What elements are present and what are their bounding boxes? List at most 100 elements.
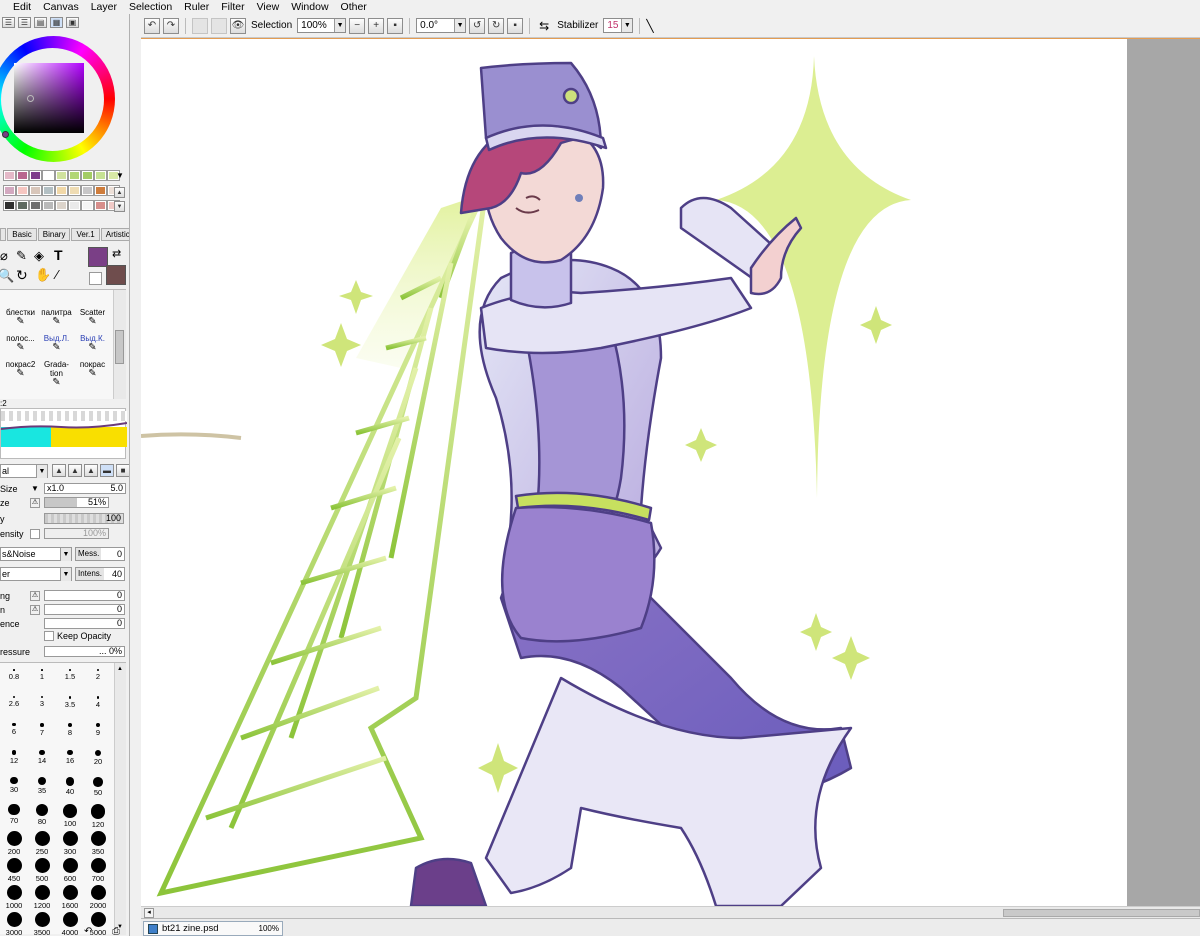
palette-swatch[interactable] <box>3 185 16 196</box>
swap-colors-icon[interactable]: ⇄ <box>112 247 121 260</box>
compact-view-icon[interactable]: ☰ <box>18 17 31 28</box>
size-table-scrollbar[interactable]: ▲ ▼ <box>114 663 126 935</box>
tab-binary[interactable]: Binary <box>37 228 71 241</box>
color-picker-cursor[interactable] <box>27 95 34 102</box>
text-tool-icon[interactable]: T <box>54 247 63 263</box>
brush-size-cell[interactable]: 80 <box>28 804 56 826</box>
brush-size-cell[interactable]: 4000 <box>56 912 84 936</box>
dilution-pressure-icon[interactable]: ⚠ <box>30 604 40 615</box>
zoom-reset-icon[interactable]: ▪ <box>387 17 404 34</box>
brush-size-cell[interactable]: 12 <box>0 750 28 765</box>
brush-size-cell[interactable]: 200 <box>0 831 28 856</box>
palette-swatch[interactable] <box>94 170 107 181</box>
brush-size-cell[interactable]: 1 <box>28 669 56 681</box>
transparent-color-icon[interactable] <box>89 272 102 285</box>
persistence-slider[interactable]: 0 <box>44 618 125 629</box>
menu-other[interactable]: Other <box>335 0 373 14</box>
brush-preset[interactable]: покрас2 ✎ <box>4 360 37 384</box>
size-dropdown-icon[interactable]: ▼ <box>31 484 39 493</box>
tab-artistic[interactable]: Artistic <box>100 228 129 241</box>
tab-ver1[interactable]: Ver.1 <box>71 228 100 241</box>
pressure-slider[interactable]: ... 0% <box>44 646 125 657</box>
shape-hard-icon[interactable]: ▲ <box>52 464 66 477</box>
eyedropper-icon[interactable]: ⁄ <box>56 267 58 282</box>
zoom-in-icon[interactable]: + <box>368 17 385 34</box>
rotate-right-icon[interactable]: ↻ <box>488 17 505 34</box>
brush-mode-select[interactable]: al ▼ <box>0 464 48 478</box>
shape-flat-icon[interactable]: ▬ <box>100 464 114 477</box>
brush-size-cell[interactable]: 350 <box>84 831 112 856</box>
menu-canvas[interactable]: Canvas <box>37 0 85 14</box>
magic-wand-icon[interactable]: ✎ <box>16 248 27 264</box>
palette-swatch[interactable] <box>81 200 94 211</box>
brush-size-cell[interactable]: 35 <box>28 777 56 795</box>
rotate-icon[interactable]: ↻ <box>16 267 28 284</box>
primary-color-swatch[interactable] <box>88 247 108 267</box>
brush-size-cell[interactable]: 8 <box>56 723 84 737</box>
brush-size-cell[interactable]: 40 <box>56 777 84 796</box>
brush-preset[interactable]: покрас ✎ <box>76 360 109 384</box>
paper-select[interactable]: er ▼ <box>0 567 72 581</box>
palette-swatch[interactable] <box>68 200 81 211</box>
brush-size-cell[interactable]: 3000 <box>0 912 28 936</box>
menu-layer[interactable]: Layer <box>85 0 123 14</box>
horizontal-scroll-thumb[interactable] <box>1003 909 1200 917</box>
brush-size-cell[interactable]: 3.5 <box>56 696 84 709</box>
paper-param-field[interactable]: Intens. 40 <box>75 567 125 581</box>
palette-swatch[interactable] <box>42 185 55 196</box>
palette-swatch[interactable] <box>29 170 42 181</box>
brush-preset[interactable]: Выд.Л. ✎ <box>40 334 73 358</box>
brush-size-cell[interactable]: 3500 <box>28 912 56 936</box>
brush-size-cell[interactable]: 100 <box>56 804 84 828</box>
hand-icon[interactable]: ✋ <box>35 267 51 283</box>
size-scroll-up-icon[interactable]: ▲ <box>116 665 124 673</box>
flip-horizontal-icon[interactable]: ⇆ <box>539 19 549 33</box>
palette-swatch[interactable] <box>94 185 107 196</box>
brush-size-cell[interactable]: 2000 <box>84 885 112 910</box>
rotate-left-icon[interactable]: ↺ <box>469 17 486 34</box>
brush-size-cell[interactable]: 70 <box>0 804 28 825</box>
shape-medium-icon[interactable]: ▲ <box>68 464 82 477</box>
palette-swatch[interactable] <box>81 170 94 181</box>
palette-swatch[interactable] <box>16 185 29 196</box>
brush-preset[interactable]: Выд.К. ✎ <box>76 334 109 358</box>
brush-list-scrollbar[interactable] <box>113 290 126 399</box>
keep-opacity-checkbox[interactable] <box>44 631 54 641</box>
menu-edit[interactable]: Edit <box>0 0 37 14</box>
horizontal-scrollbar[interactable]: ◂ <box>141 906 1200 918</box>
palette-swatch[interactable] <box>29 200 42 211</box>
texture-select[interactable]: s&Noise ▼ <box>0 547 72 561</box>
panel-undo-icon[interactable]: ↶ <box>84 926 92 936</box>
palette-swatch[interactable] <box>3 200 16 211</box>
brush-size-cell[interactable]: 1200 <box>28 885 56 910</box>
menu-window[interactable]: Window <box>285 0 334 14</box>
brush-size-cell[interactable]: 2.6 <box>0 696 28 708</box>
palette-swatch[interactable] <box>68 170 81 181</box>
palette-swatch[interactable] <box>55 200 68 211</box>
canvas-viewport[interactable] <box>141 38 1200 906</box>
panel-save-icon[interactable]: ⎙ <box>112 926 120 936</box>
palette-scroll-down-icon[interactable]: ▼ <box>114 201 125 212</box>
dilution-slider[interactable]: 0 <box>44 604 125 615</box>
zoom-out-icon[interactable]: − <box>349 17 366 34</box>
texture-param-field[interactable]: Mess. 0 <box>75 547 125 561</box>
swatch-view-icon[interactable]: ▦ <box>50 17 63 28</box>
min-size-slider[interactable]: 51% <box>44 497 109 508</box>
palette-swatch[interactable] <box>29 185 42 196</box>
list-view-icon[interactable]: ☰ <box>2 17 15 28</box>
brush-size-cell[interactable]: 700 <box>84 858 112 883</box>
bucket-icon[interactable]: ◈ <box>34 248 44 264</box>
brush-size-cell[interactable]: 600 <box>56 858 84 883</box>
brush-size-cell[interactable]: 20 <box>84 750 112 766</box>
undo-icon[interactable]: ↶ <box>144 17 160 34</box>
document-tab[interactable]: bt21 zine.psd 100% <box>143 921 283 936</box>
scroll-left-icon[interactable]: ◂ <box>144 908 154 918</box>
brush-size-cell[interactable]: 120 <box>84 804 112 829</box>
size-slider[interactable]: x1.0 5.0 <box>44 483 126 494</box>
stabilizer-select[interactable]: 15 ▼ <box>603 18 634 33</box>
brush-size-cell[interactable]: 450 <box>0 858 28 883</box>
palette-swatch[interactable] <box>16 170 29 181</box>
menu-view[interactable]: View <box>251 0 286 14</box>
palette-menu-icon[interactable]: ▼ <box>116 171 124 180</box>
brush-size-cell[interactable]: 0.8 <box>0 669 28 681</box>
